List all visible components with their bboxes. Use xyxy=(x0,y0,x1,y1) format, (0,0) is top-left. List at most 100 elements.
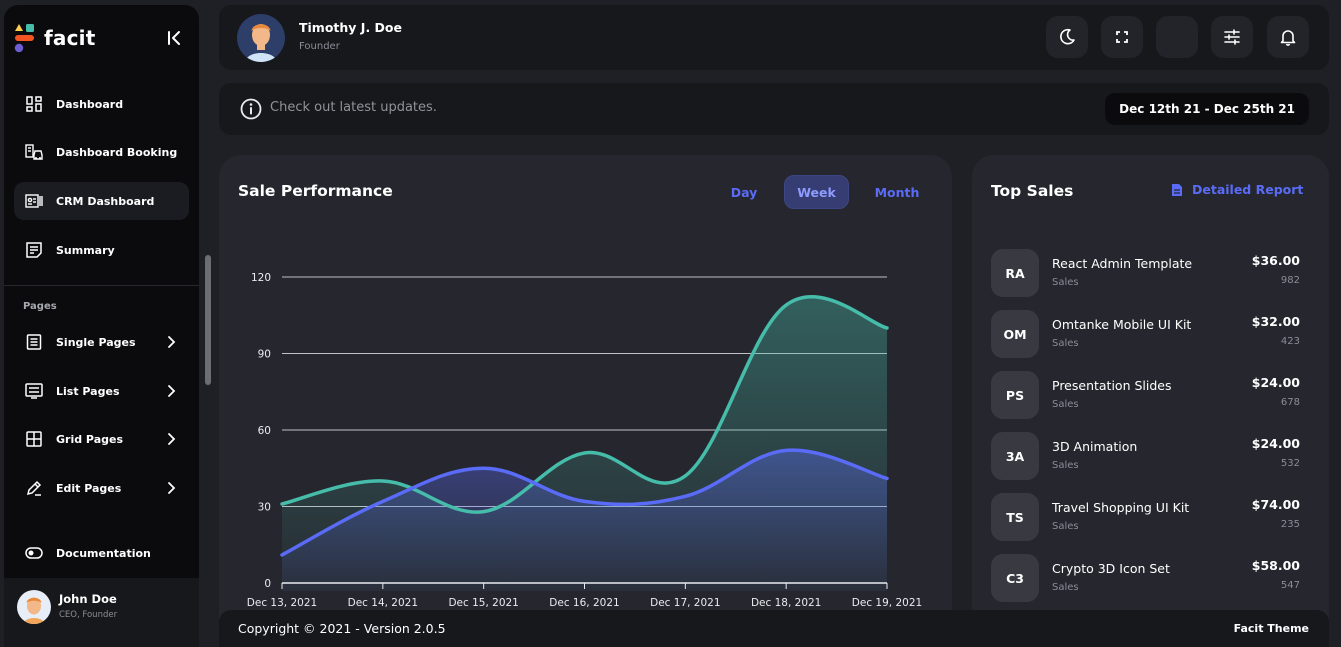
sidebar-item-dashboard-booking[interactable]: Dashboard Booking xyxy=(14,133,189,171)
toggle-icon xyxy=(24,543,44,563)
item-badge: C3 xyxy=(991,554,1039,602)
sidebar-item-grid-pages[interactable]: Grid Pages xyxy=(14,420,189,458)
sidebar-item-documentation[interactable]: Documentation xyxy=(14,534,189,572)
x-tick-label: Dec 19, 2021 xyxy=(852,597,922,609)
header-user-role: Founder xyxy=(299,41,340,52)
item-name: 3D Animation xyxy=(1052,439,1138,454)
sidebar-scrollbar[interactable] xyxy=(205,255,211,385)
sidebar-item-label: CRM Dashboard xyxy=(56,194,155,208)
updates-message: Check out latest updates. xyxy=(270,100,437,115)
header-avatar[interactable] xyxy=(237,14,285,62)
item-badge: PS xyxy=(991,371,1039,419)
tab-day[interactable]: Day xyxy=(715,175,773,209)
list-item[interactable]: C3 Crypto 3D Icon Set Sales $58.00 547 xyxy=(991,554,1303,604)
user-role: CEO, Founder xyxy=(59,610,118,620)
top-header: Timothy J. Doe Founder xyxy=(219,5,1329,70)
item-subtitle: Sales xyxy=(1052,582,1079,593)
settings-button[interactable] xyxy=(1211,16,1253,58)
booking-icon xyxy=(24,142,44,162)
blank-header-button[interactable] xyxy=(1156,16,1198,58)
facit-logo-icon xyxy=(14,24,34,53)
x-tick-label: Dec 17, 2021 xyxy=(650,597,720,609)
sidebar-item-label: Dashboard xyxy=(56,97,124,111)
document-icon xyxy=(1172,183,1182,196)
fullscreen-button[interactable] xyxy=(1101,16,1143,58)
item-price: $32.00 xyxy=(1251,314,1300,329)
item-subtitle: Sales xyxy=(1052,277,1079,288)
brand-name: facit xyxy=(44,26,96,50)
card-title: Sale Performance xyxy=(238,182,393,200)
list-pages-icon xyxy=(24,381,44,401)
chevron-right-icon xyxy=(168,482,176,494)
item-price: $58.00 xyxy=(1251,558,1300,573)
item-subtitle: Sales xyxy=(1052,399,1079,410)
sidebar-item-single-pages[interactable]: Single Pages xyxy=(14,323,189,361)
sidebar-item-list-pages[interactable]: List Pages xyxy=(14,372,189,410)
notifications-button[interactable] xyxy=(1267,16,1309,58)
chevron-right-icon xyxy=(168,433,176,445)
brand[interactable]: facit xyxy=(14,23,194,63)
sidebar-item-label: Edit Pages xyxy=(56,481,122,495)
item-count: 532 xyxy=(1280,458,1300,469)
sidebar-item-label: Dashboard Booking xyxy=(56,145,178,159)
header-user-name: Timothy J. Doe xyxy=(299,20,402,35)
list-item[interactable]: RA React Admin Template Sales $36.00 982 xyxy=(991,249,1303,299)
crm-icon xyxy=(24,191,44,211)
list-item[interactable]: 3A 3D Animation Sales $24.00 532 xyxy=(991,432,1303,482)
tab-week[interactable]: Week xyxy=(784,175,849,209)
detailed-report-link[interactable]: Detailed Report xyxy=(1170,182,1303,197)
sidebar-user[interactable]: John Doe CEO, Founder xyxy=(4,578,199,647)
updates-bar: Check out latest updates. Dec 12th 21 - … xyxy=(219,83,1329,135)
summary-icon xyxy=(24,240,44,260)
item-badge: 3A xyxy=(991,432,1039,480)
item-price: $24.00 xyxy=(1251,375,1300,390)
sidebar-item-label: List Pages xyxy=(56,384,120,398)
sidebar-item-edit-pages[interactable]: Edit Pages xyxy=(14,469,189,507)
sidebar-item-crm-dashboard[interactable]: CRM Dashboard xyxy=(14,182,189,220)
y-tick-label: 90 xyxy=(258,349,271,361)
item-count: 547 xyxy=(1280,580,1300,591)
item-count: 678 xyxy=(1280,397,1300,408)
x-tick-label: Dec 13, 2021 xyxy=(247,597,317,609)
card-title: Top Sales xyxy=(991,182,1074,200)
x-tick-label: Dec 16, 2021 xyxy=(549,597,619,609)
sidebar-item-dashboard[interactable]: Dashboard xyxy=(14,85,189,123)
sale-performance-card: Sale Performance Day Week Month 0 30 60 90 1… xyxy=(219,155,952,647)
item-count: 982 xyxy=(1280,275,1300,286)
item-price: $36.00 xyxy=(1251,253,1300,268)
sidebar-item-label: Grid Pages xyxy=(56,432,123,446)
list-item[interactable]: OM Omtanke Mobile UI Kit Sales $32.00 42… xyxy=(991,310,1303,360)
tab-month[interactable]: Month xyxy=(861,175,933,209)
dark-mode-button[interactable] xyxy=(1046,16,1088,58)
item-subtitle: Sales xyxy=(1052,338,1079,349)
y-tick-label: 120 xyxy=(251,272,271,284)
info-icon xyxy=(240,98,262,120)
item-name: Presentation Slides xyxy=(1052,378,1172,393)
item-count: 423 xyxy=(1280,336,1300,347)
sidebar-item-summary[interactable]: Summary xyxy=(14,231,189,269)
list-item[interactable]: TS Travel Shopping UI Kit Sales $74.00 2… xyxy=(991,493,1303,543)
fullscreen-icon xyxy=(1116,31,1128,43)
theme-link[interactable]: Facit Theme xyxy=(1234,622,1309,635)
chevron-right-icon xyxy=(168,385,176,397)
edit-pages-icon xyxy=(24,478,44,498)
item-subtitle: Sales xyxy=(1052,521,1079,532)
item-name: Travel Shopping UI Kit xyxy=(1052,500,1190,515)
item-badge: TS xyxy=(991,493,1039,541)
item-badge: RA xyxy=(991,249,1039,297)
item-name: Omtanke Mobile UI Kit xyxy=(1052,317,1192,332)
copyright-text: Copyright © 2021 - Version 2.0.5 xyxy=(238,621,446,636)
list-item[interactable]: PS Presentation Slides Sales $24.00 678 xyxy=(991,371,1303,421)
top-sales-card: Top Sales Detailed Report RA React Admin… xyxy=(972,155,1329,647)
x-tick-label: Dec 18, 2021 xyxy=(751,597,821,609)
date-range-button[interactable]: Dec 12th 21 - Dec 25th 21 xyxy=(1105,93,1309,125)
item-count: 235 xyxy=(1280,519,1300,530)
y-tick-label: 30 xyxy=(258,502,271,514)
section-label-pages: Pages xyxy=(23,301,57,312)
item-badge: OM xyxy=(991,310,1039,358)
bell-icon xyxy=(1280,30,1296,46)
single-pages-icon xyxy=(24,332,44,352)
sidebar-item-label: Single Pages xyxy=(56,335,136,349)
collapse-sidebar-icon[interactable] xyxy=(166,29,184,47)
item-name: React Admin Template xyxy=(1052,256,1193,271)
